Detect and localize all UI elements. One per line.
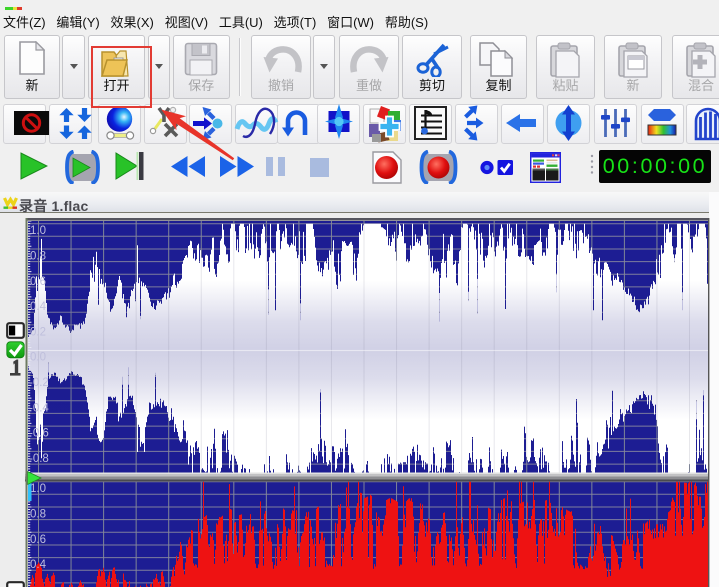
svg-text:0.6: 0.6: [30, 534, 46, 546]
svg-text:0.2: 0.2: [30, 326, 46, 338]
svg-text:1.0: 1.0: [30, 483, 46, 495]
svg-text:0.4: 0.4: [30, 559, 47, 571]
svg-text:0.6: 0.6: [30, 276, 46, 288]
svg-text:-0.8: -0.8: [29, 453, 49, 465]
svg-text:0.8: 0.8: [30, 251, 46, 263]
svg-text:0.8: 0.8: [30, 509, 46, 521]
svg-text:-0.6: -0.6: [29, 428, 49, 440]
svg-text:0.4: 0.4: [30, 301, 47, 313]
svg-text:-0.4: -0.4: [29, 402, 49, 414]
svg-text:0.0: 0.0: [30, 352, 46, 364]
svg-text:-0.2: -0.2: [29, 377, 49, 389]
svg-text:1.0: 1.0: [30, 225, 46, 237]
